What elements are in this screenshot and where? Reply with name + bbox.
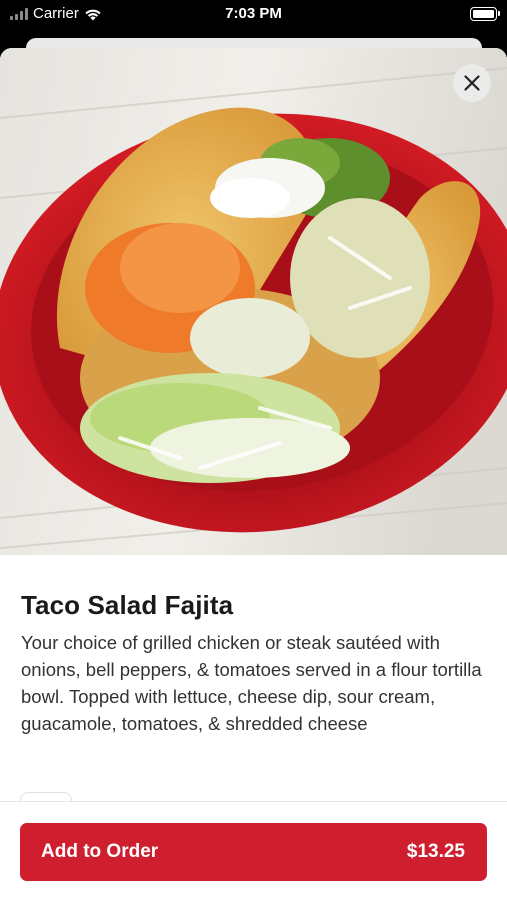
close-icon <box>464 75 480 91</box>
item-detail-sheet: Taco Salad Fajita Your choice of grilled… <box>0 48 507 900</box>
status-bar: Carrier 7:03 PM <box>0 0 507 30</box>
battery-icon <box>470 7 500 21</box>
bottom-action-bar: Add to Order $13.25 <box>0 801 507 900</box>
add-to-order-button[interactable]: Add to Order $13.25 <box>20 823 487 881</box>
status-time: 7:03 PM <box>225 5 282 22</box>
item-description: Your choice of grilled chicken or steak … <box>21 632 482 734</box>
item-info: Taco Salad Fajita Your choice of grilled… <box>0 555 507 737</box>
item-photo <box>0 48 507 555</box>
close-button[interactable] <box>453 64 491 102</box>
add-to-order-label: Add to Order <box>41 841 159 862</box>
item-title: Taco Salad Fajita <box>21 590 234 620</box>
item-price: $13.25 <box>406 841 465 862</box>
taco-salad-image <box>0 48 507 555</box>
